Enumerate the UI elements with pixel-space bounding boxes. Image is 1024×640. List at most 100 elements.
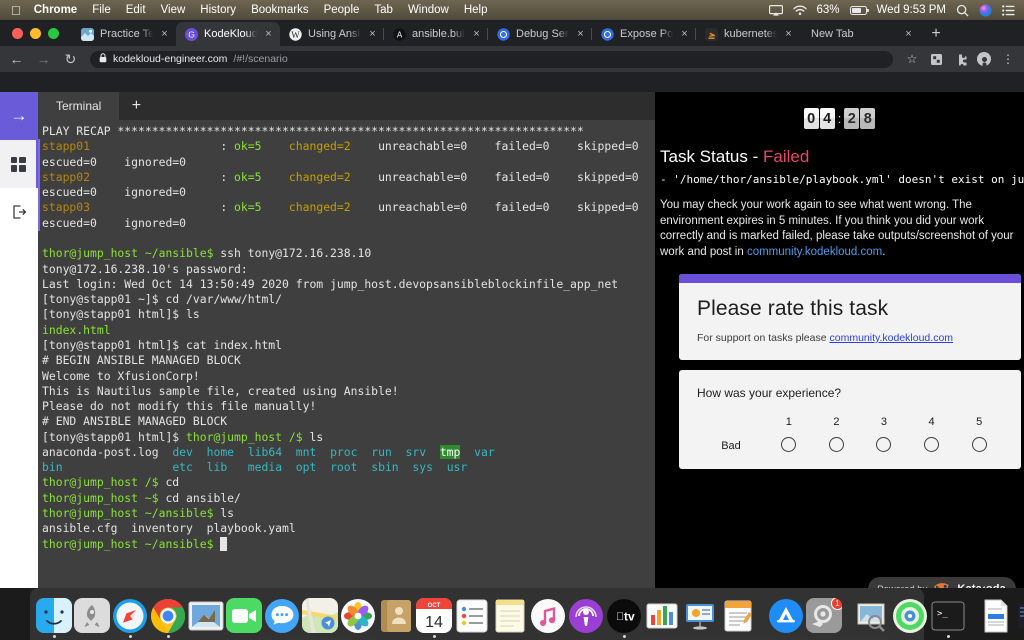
dashboard-grid-icon[interactable] [0,140,38,188]
dock-item-app-store[interactable] [768,598,804,638]
dock-item-reminders[interactable] [454,598,490,638]
tab-close-icon[interactable]: × [471,28,482,40]
apple-logo-icon[interactable]:  [11,4,21,17]
battery-icon[interactable] [849,5,869,15]
address-bar[interactable]: kodekloud-engineer.com /#!/scenario [90,50,893,68]
tab-close-icon[interactable]: × [367,28,378,40]
dock-item-notes[interactable] [492,598,528,638]
rating-radio-4[interactable] [924,437,940,452]
dock-item-downloads-stack[interactable] [1016,598,1024,638]
new-tab-button[interactable]: + [926,25,946,43]
terminal-text: escued=0 ignored=0 [42,215,187,230]
control-center-icon[interactable] [1002,4,1015,16]
rating-radio-1[interactable] [781,437,797,452]
bookmark-star-icon[interactable]: ☆ [905,52,919,66]
terminal-tab[interactable]: Terminal [38,92,120,120]
tab-close-icon[interactable]: × [159,28,170,40]
dock-item-mail[interactable] [188,598,224,638]
forward-button[interactable]: → [36,52,51,66]
menu-item-file[interactable]: File [92,4,111,16]
dock-item-launchpad[interactable] [74,598,110,638]
dock-item-safari[interactable] [112,598,148,638]
dock-item-messages[interactable] [264,598,300,638]
terminal-text: changed=2 [288,169,351,184]
dock-item-system-preferences[interactable]: 1 [806,598,842,638]
reload-button[interactable]: ↻ [63,52,78,66]
terminal-text: changed=2 [288,200,351,215]
dock-item-maps[interactable] [302,598,338,638]
dock-item-itunes[interactable] [530,598,566,638]
dock-item-photos[interactable] [340,598,376,638]
dock-item-contacts[interactable] [378,598,414,638]
dock-item-terminal[interactable]: >_ [930,598,966,638]
tab-close-icon[interactable]: × [263,28,274,40]
dock-item-calendar[interactable]: OCT 14 [416,598,452,638]
extension-puzzle-icon[interactable] [929,52,943,66]
itunes-icon [530,598,566,633]
menu-item-history[interactable]: History [200,4,236,16]
tab-title: ansible.builtin.bl [412,28,465,40]
menu-item-chrome[interactable]: Chrome [34,4,77,16]
tab-close-icon[interactable]: × [783,28,794,40]
tab-close-icon[interactable]: × [575,28,586,40]
wifi-icon[interactable] [792,4,807,16]
dock-item-preview[interactable] [854,598,890,638]
browser-tab-debug-services[interactable]: Debug Services × [487,22,592,46]
browser-tab-ansible-builtin[interactable]: A ansible.builtin.bl × [383,22,488,46]
dock-item-chrome[interactable] [150,598,186,638]
rating-radio-5[interactable] [971,437,987,452]
dock-item-finder[interactable] [36,598,72,638]
browser-tab-practice-test[interactable]: Practice Test - Tr × [72,22,176,46]
support-community-link[interactable]: community.kodekloud.com [830,332,954,344]
menu-item-help[interactable]: Help [464,4,488,16]
next-step-arrow-icon[interactable]: → [0,92,38,140]
dock-item-facetime[interactable] [226,598,262,638]
profile-avatar-icon[interactable] [977,52,991,66]
dock-item-apple-tv[interactable]: tv [606,598,642,638]
menu-item-tab[interactable]: Tab [374,4,393,16]
back-button[interactable]: ← [9,52,24,66]
rating-radio-3[interactable] [876,437,892,452]
tab-close-icon[interactable]: × [679,28,690,40]
dock-item-podcasts[interactable] [568,598,604,638]
menu-item-edit[interactable]: Edit [126,4,146,16]
browser-tab-using-ansible[interactable]: W Using Ansible blo × [280,22,384,46]
dock-item-document-file[interactable] [978,598,1014,638]
terminal-text: # BEGIN ANSIBLE MANAGED BLOCK [42,353,241,368]
community-link[interactable]: community.kodekloud.com [747,246,882,258]
menu-item-people[interactable]: People [324,4,360,16]
survey-scale: 1 2 3 4 5 Bad [697,416,1003,455]
extensions-icon[interactable] [953,52,967,66]
tab-close-icon[interactable]: × [903,28,914,40]
tab-title: Practice Test - Tr [100,28,153,40]
browser-tab-kodekloud[interactable]: G KodeKloud - Eng × [176,22,280,46]
menu-kebab-icon[interactable]: ⋮ [1001,52,1015,66]
airplay-icon[interactable] [768,4,783,16]
menu-item-window[interactable]: Window [408,4,449,16]
terminal-output[interactable]: PLAY RECAP *****************************… [38,120,655,608]
dock-item-find-my[interactable] [892,598,928,638]
close-window-button[interactable] [12,27,23,39]
dock-item-pages[interactable] [720,598,756,638]
maximize-window-button[interactable] [48,27,59,39]
browser-tab-expose-pod-info[interactable]: Expose Pod Infor × [591,22,696,46]
dock-item-keynote[interactable] [682,598,718,638]
menu-item-view[interactable]: View [161,4,186,16]
rating-radio-2[interactable] [828,437,844,452]
spotlight-search-icon[interactable] [956,4,969,17]
dock-item-numbers[interactable] [644,598,680,638]
browser-tab-new-tab[interactable]: New Tab × [800,22,920,46]
browser-tab-kubernetes-stackoverflow[interactable]: kubernetes - Kub × [695,22,800,46]
exit-scenario-icon[interactable] [0,188,38,236]
scale-number-3: 3 [880,416,888,428]
menu-bar-clock[interactable]: Wed 9:53 PM [877,4,946,16]
minimize-window-button[interactable] [30,27,41,39]
terminal-text: PLAY RECAP *****************************… [42,124,584,138]
terminal-add-tab-button[interactable]: + [119,92,153,120]
menu-item-bookmarks[interactable]: Bookmarks [251,4,309,16]
siri-icon[interactable] [979,4,992,17]
rate-task-card: Please rate this task For support on tas… [679,274,1021,360]
